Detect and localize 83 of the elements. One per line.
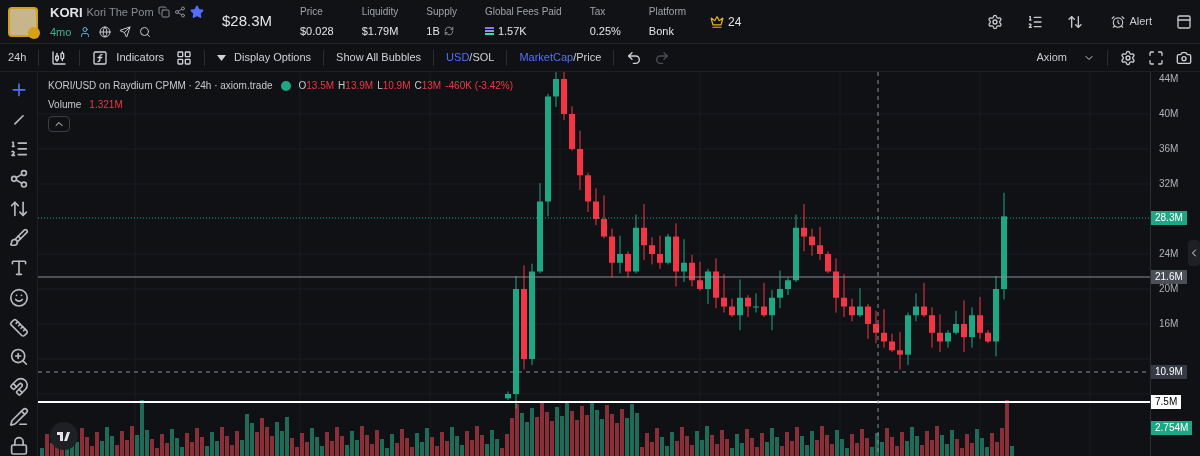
panel-icon[interactable] (1176, 13, 1192, 30)
list-icon[interactable] (1027, 13, 1044, 30)
brush-icon[interactable] (8, 228, 29, 249)
axis-label: 24M (1159, 249, 1179, 259)
stat-label: Global Fees Paid (484, 4, 562, 19)
volume-label: Volume (48, 98, 82, 112)
token-symbol: KORI (50, 3, 83, 22)
stat-label: Liquidity (361, 4, 399, 19)
solana-icon (484, 27, 494, 35)
person-icon[interactable] (79, 26, 92, 39)
price-tag: 10.9M (1151, 365, 1187, 379)
theme-select[interactable]: Axiom (1036, 49, 1095, 66)
stat-label: Price (300, 4, 324, 19)
axis-label: 32M (1159, 179, 1179, 189)
slash: / (573, 50, 577, 66)
globe-icon[interactable] (99, 26, 112, 39)
ruler-icon[interactable] (8, 317, 29, 338)
stat-value: 0.25% (589, 23, 621, 39)
price-tag: 7.5M (1151, 395, 1182, 409)
stat-value: Bonk (648, 23, 674, 39)
caret-icon (217, 54, 227, 61)
stat-value: 1.57K (497, 23, 527, 39)
settings-icon[interactable] (1120, 49, 1136, 66)
indicators-button[interactable]: Indicators (92, 49, 165, 66)
ohlc-value: H13.9M (338, 79, 374, 93)
stat-value: $0.028 (300, 23, 334, 39)
slash: / (469, 50, 473, 66)
interval-button[interactable]: 24h (8, 49, 27, 66)
refresh-icon[interactable] (443, 26, 454, 36)
token-name: Kori The Pom (86, 5, 154, 20)
collapse-side-button[interactable] (1188, 240, 1200, 266)
alert-button[interactable]: Alert (1111, 13, 1152, 30)
axis-label: 40M (1159, 109, 1179, 119)
volume-value: 1.321M (89, 98, 123, 112)
tradingview-logo[interactable] (50, 422, 78, 450)
share-icon[interactable] (173, 6, 186, 19)
crown-icon (710, 14, 725, 29)
axis-label: 36M (1159, 144, 1179, 154)
magnet-icon[interactable] (8, 376, 29, 397)
camera-icon[interactable] (1176, 49, 1192, 66)
lock-icon[interactable] (8, 436, 29, 456)
change-value: -460K (-3.42%) (445, 78, 513, 93)
search-icon[interactable] (139, 26, 152, 39)
ohlc-value: C13M (414, 79, 442, 93)
copy-icon[interactable] (157, 6, 170, 19)
undo-icon[interactable] (626, 49, 643, 66)
mode-toggle[interactable]: Price (576, 49, 602, 66)
ohlc-value: L10.9M (377, 79, 411, 93)
emoji-icon[interactable] (8, 287, 29, 308)
sort-icon[interactable] (1067, 13, 1084, 30)
alarm-icon (1111, 14, 1126, 29)
holders-count: 24 (728, 13, 742, 31)
stat-value: 1B (426, 23, 440, 39)
price-tag: 2.754M (1151, 421, 1193, 435)
bubbles-button[interactable]: Show All Bubbles (336, 49, 422, 66)
function-icon (92, 49, 109, 66)
ohlc-value: O13.5M (298, 79, 335, 93)
collapse-button[interactable] (48, 116, 70, 132)
legend-title: KORI/USD on Raydium CPMM · 24h · axiom.trade (48, 79, 273, 93)
fullscreen-icon[interactable] (1148, 49, 1164, 66)
price-tag: 28.3M (1151, 211, 1187, 225)
axis-label: 20M (1159, 284, 1179, 294)
star-icon[interactable] (189, 5, 204, 20)
settings-icon[interactable] (987, 13, 1004, 30)
currency-toggle[interactable]: USD (446, 49, 470, 66)
pencil-icon[interactable] (8, 406, 29, 427)
axis-label: 16M (1159, 319, 1179, 329)
market-cap: $28.3M (222, 11, 274, 32)
price-tag: 21.6M (1151, 270, 1187, 284)
currency-toggle[interactable]: SOL (472, 49, 495, 66)
zoom-icon[interactable] (8, 347, 29, 367)
stat-label: Tax (589, 4, 607, 19)
display-options-button[interactable]: Display Options (217, 49, 312, 66)
layout-icon[interactable] (176, 49, 193, 66)
stat-value: $1.79M (361, 23, 399, 39)
mode-toggle[interactable]: MarketCap (519, 49, 574, 66)
stat-label: Supply (426, 4, 457, 19)
telegram-icon[interactable] (119, 26, 132, 39)
token-age: 4mo (50, 25, 72, 40)
axis-label: 44M (1159, 74, 1179, 84)
candles-icon[interactable] (51, 49, 68, 66)
token-avatar (8, 6, 38, 37)
stat-label: Platform (648, 4, 687, 19)
